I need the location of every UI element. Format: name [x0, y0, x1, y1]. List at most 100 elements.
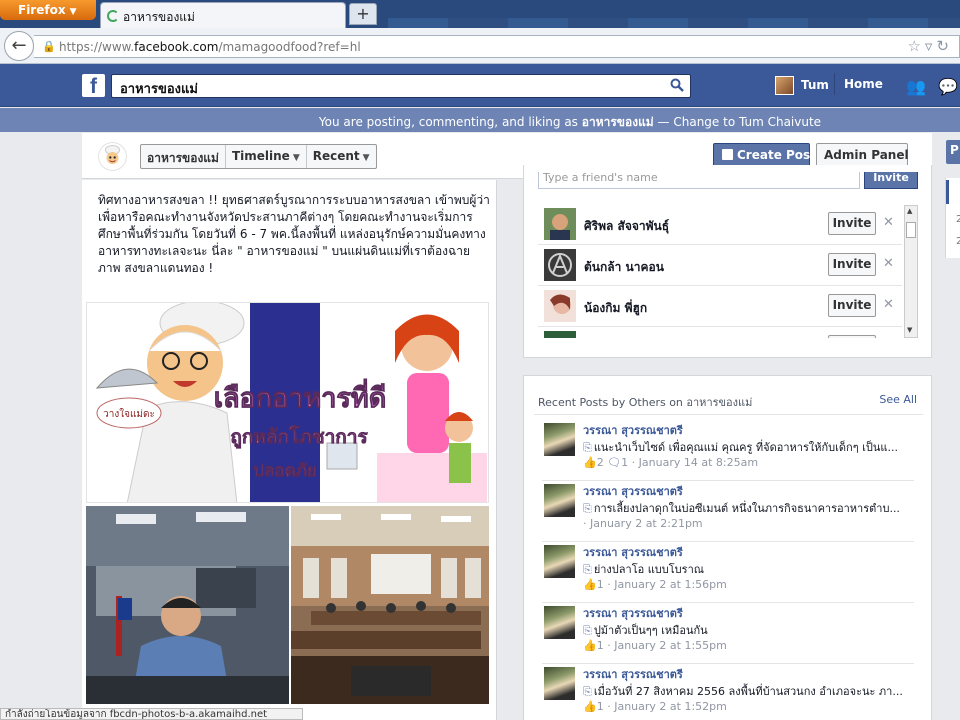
posting-as-bar: You are posting, commenting, and liking … — [0, 108, 960, 132]
post-snippet-text: ย่างปลาโอ แบบโบราณ — [593, 563, 704, 576]
reload-icon[interactable]: ↻ — [936, 37, 953, 55]
scroll-up-icon[interactable]: ▲ — [907, 207, 912, 215]
right-edge-button[interactable]: P — [946, 140, 960, 164]
recent-post-item[interactable]: วรรณา สุวรรณชาตรี ⎘ แนะนำเว็บไซด์ เพื่อคุ… — [542, 420, 914, 481]
avatar — [544, 249, 576, 281]
recent-post-item[interactable]: วรรณา สุวรรณชาตรี ⎘ ย่างปลาโอ แบบโบราณ 👍1… — [542, 542, 914, 603]
scroll-down-icon[interactable]: ▼ — [907, 326, 912, 334]
browser-status-bar: กำลังถ่ายโอนข้อมูลจาก fbcdn-photos-b-a.a… — [0, 708, 303, 720]
close-icon[interactable]: ✕ — [883, 297, 894, 312]
bookmark-star-icon[interactable]: ☆ — [907, 37, 924, 55]
post-time[interactable]: January 2 at 1:56pm — [614, 578, 727, 591]
scrollbar-thumb[interactable] — [906, 222, 916, 238]
friend-name: ศิริพล สัจจาพันธุ์ — [584, 219, 670, 233]
post-photo-meeting[interactable] — [86, 506, 289, 704]
like-icon: 👍 — [583, 578, 597, 591]
invite-list-scrollbar[interactable]: ▲ ▼ — [904, 205, 918, 338]
search-icon[interactable] — [670, 78, 684, 92]
like-count: 1 — [596, 578, 604, 591]
back-button[interactable]: ← — [4, 31, 34, 61]
close-icon[interactable]: ✕ — [883, 256, 894, 271]
right-count: 2 — [956, 214, 960, 225]
post-time[interactable]: January 2 at 2:21pm — [590, 517, 703, 530]
invite-button[interactable]: Invite — [828, 212, 876, 235]
like-count: 2 — [596, 456, 604, 469]
invite-friends-panel: Type a friend's name Invite ศิริพล สัจจา… — [523, 165, 932, 358]
facebook-search-field[interactable]: อาหารของแม่ — [111, 74, 691, 98]
facebook-logo-icon[interactable]: f — [82, 74, 105, 98]
recent-post-item[interactable]: วรรณา สุวรรณชาตรี ⎘ การเลี้ยงปลาดุกในบ่อซ… — [542, 481, 914, 542]
new-tab-button[interactable]: + — [349, 3, 377, 25]
avatar[interactable] — [544, 606, 575, 639]
facebook-top-bar: f อาหารของแม่ Tum Home 👥 💬 — [0, 64, 960, 107]
address-bar[interactable]: 🔒 https://www.facebook.com/mamagoodfood?… — [34, 35, 960, 58]
post-author[interactable]: วรรณา สุวรรณชาตรี — [583, 421, 683, 439]
search-value: อาหารของแม่ — [120, 82, 198, 97]
attachment-icon: ⎘ — [583, 502, 592, 515]
post-snippet[interactable]: ⎘ แนะนำเว็บไซด์ เพื่อคุณแม่ คุณครู ที่จัด… — [583, 438, 913, 456]
invite-search-input[interactable]: Type a friend's name — [538, 172, 860, 189]
friend-name: น้องกิม พี่ฮูก — [584, 301, 648, 315]
firefox-menu-button[interactable]: Firefox ▼ — [0, 0, 96, 20]
posting-as-prefix: You are posting, commenting, and liking … — [318, 115, 578, 129]
invite-button[interactable]: Invite — [828, 253, 876, 276]
switch-identity-link[interactable]: — Change to Tum Chaivute — [658, 115, 822, 129]
selected-indicator — [946, 180, 949, 204]
like-count: 1 — [596, 700, 604, 713]
attachment-icon: ⎘ — [583, 563, 592, 576]
post-author[interactable]: วรรณา สุวรรณชาตรี — [583, 482, 683, 500]
like-count: 1 — [596, 639, 604, 652]
post-meta: 👍1 · January 2 at 1:52pm — [583, 700, 727, 713]
recent-post-item[interactable]: วรรณา สุวรรณชาตรี ⎘ ปูม้าตัวเป็นๆๆ เหมือน… — [542, 603, 914, 664]
see-all-link[interactable]: See All — [879, 393, 917, 406]
divider — [534, 414, 923, 415]
post-text: ทิศทางอาหารสงขลา !! ยุทธศาสตร์บูรณาการระ… — [98, 193, 490, 275]
invite-button[interactable]: Invite — [828, 294, 876, 317]
browser-tab-active[interactable]: อาหารของแม่ — [100, 2, 346, 28]
post-author[interactable]: วรรณา สุวรรณชาตรี — [583, 604, 683, 622]
post-author[interactable]: วรรณา สุวรรณชาตรี — [583, 665, 683, 683]
post-time[interactable]: January 2 at 1:52pm — [614, 700, 727, 713]
invite-button[interactable] — [828, 335, 876, 338]
page-name-button[interactable]: อาหารของแม่ — [141, 145, 226, 168]
post-meta: 👍2 🗨1 · January 14 at 8:25am — [583, 456, 759, 469]
post-snippet[interactable]: ⎘ ย่างปลาโอ แบบโบราณ — [583, 560, 913, 578]
loading-spinner-icon — [107, 10, 119, 22]
post-time[interactable]: January 2 at 1:55pm — [614, 639, 727, 652]
post-meta: · January 2 at 2:21pm — [583, 517, 703, 530]
invite-search-button[interactable]: Invite — [864, 172, 918, 189]
posting-as-page: อาหารของแม่ — [581, 115, 654, 129]
avatar[interactable] — [544, 667, 575, 700]
page-profile-picture[interactable] — [98, 142, 127, 171]
post-time[interactable]: January 14 at 8:25am — [639, 456, 758, 469]
timeline-post: ทิศทางอาหารสงขลา !! ยุทธศาสตร์บูรณาการระ… — [82, 180, 497, 720]
avatar — [544, 331, 576, 338]
avatar[interactable] — [544, 545, 575, 578]
messages-icon[interactable]: 💬 — [938, 77, 958, 96]
post-photo-poster[interactable]: วางใจแม่ดะ เลือกอาหารที่ดี ถูกหลักโภชากา… — [86, 302, 489, 503]
tab-strip-background — [388, 18, 960, 28]
chevron-down-icon: ▼ — [69, 7, 77, 17]
post-snippet[interactable]: ⎘ ปูม้าตัวเป็นๆๆ เหมือนกัน — [583, 621, 913, 639]
timeline-button[interactable]: Timeline ▼ — [226, 145, 307, 168]
dropdown-icon[interactable]: ▿ — [925, 37, 937, 55]
post-snippet-text: ปูม้าตัวเป็นๆๆ เหมือนกัน — [593, 624, 708, 637]
recent-post-item[interactable]: วรรณา สุวรรณชาตรี ⎘ เมื่อวันที่ 27 สิงหาค… — [542, 664, 914, 720]
home-link[interactable]: Home — [834, 73, 892, 95]
post-snippet[interactable]: ⎘ การเลี้ยงปลาดุกในบ่อซีเมนต์ หนึ่งในภารก… — [583, 499, 913, 517]
right-edge-column: 2 2 — [945, 178, 960, 258]
recent-button[interactable]: Recent ▼ — [307, 145, 376, 168]
like-icon: 👍 — [583, 700, 597, 713]
post-snippet[interactable]: ⎘ เมื่อวันที่ 27 สิงหาคม 2556 ลงพื้นที่บ้… — [583, 682, 913, 700]
post-photo-conference[interactable] — [291, 506, 489, 704]
close-icon[interactable]: ✕ — [883, 215, 894, 230]
avatar[interactable] — [544, 423, 575, 456]
avatar[interactable] — [544, 484, 575, 517]
post-author[interactable]: วรรณา สุวรรณชาตรี — [583, 543, 683, 561]
timeline-label: Timeline — [231, 149, 290, 163]
friend-requests-icon[interactable]: 👥 — [906, 77, 926, 96]
conference-photo-illustration — [291, 506, 489, 704]
url-text: https://www.facebook.com/mamagoodfood?re… — [59, 40, 361, 54]
like-icon: 👍 — [583, 456, 597, 469]
post-snippet-text: แนะนำเว็บไซด์ เพื่อคุณแม่ คุณครู ที่จัดอ… — [593, 441, 898, 454]
